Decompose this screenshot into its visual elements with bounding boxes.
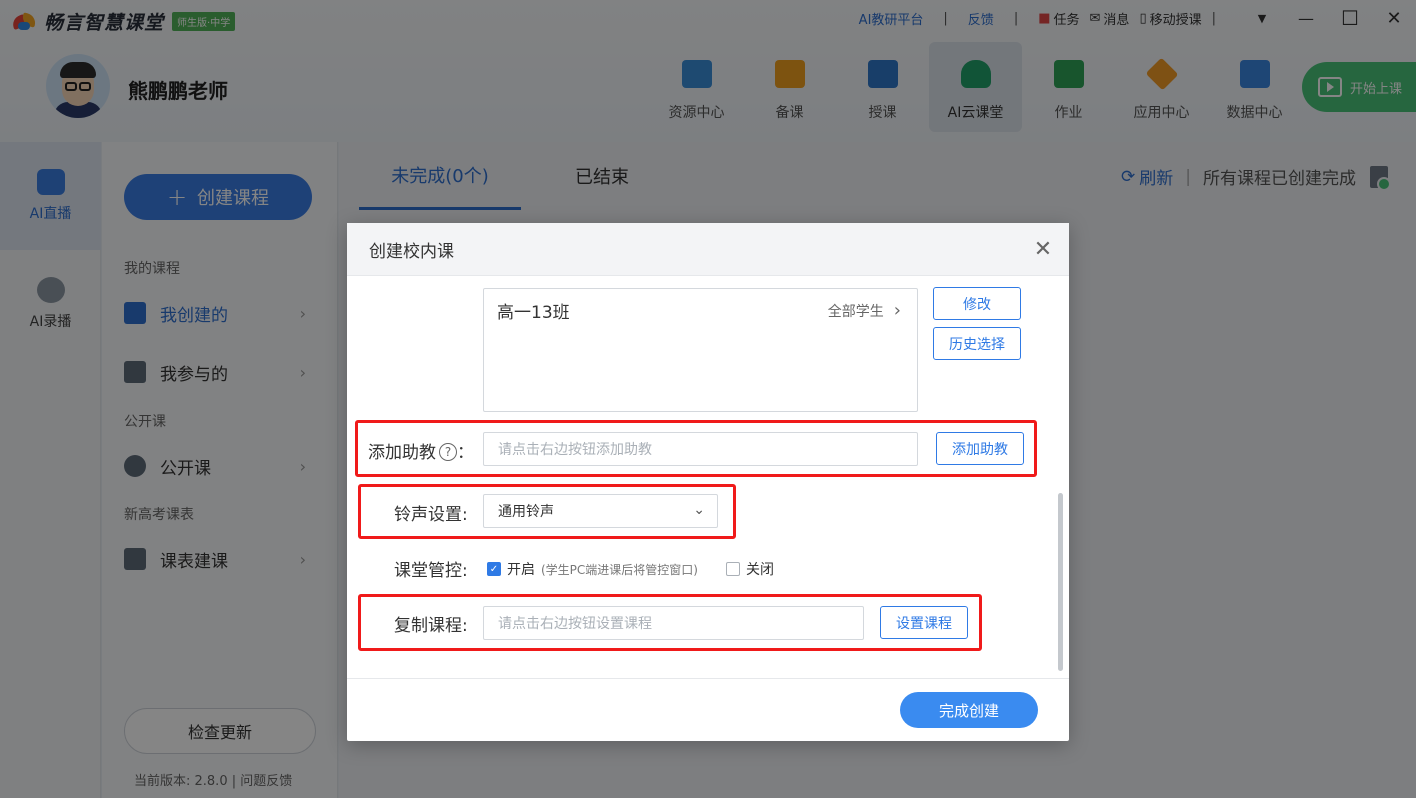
copy-course-input[interactable]: 请点击右边按钮设置课程: [483, 606, 864, 640]
student-scope-selector[interactable]: 全部学生 ›: [828, 300, 901, 321]
chevron-right-icon: ›: [893, 300, 901, 321]
finish-create-button[interactable]: 完成创建: [900, 692, 1038, 728]
assistant-label: 添加助教?：: [368, 443, 474, 463]
dialog-header: 创建校内课 ✕: [347, 223, 1069, 276]
control-on-hint: (学生PC端进课后将管控窗口): [541, 562, 698, 577]
control-on-label[interactable]: 开启: [507, 559, 535, 579]
close-icon[interactable]: ✕: [1031, 237, 1055, 262]
help-icon[interactable]: ?: [439, 443, 457, 461]
bell-select[interactable]: 通用铃声 ⌄: [483, 494, 718, 528]
assistant-input[interactable]: 请点击右边按钮添加助教: [483, 432, 918, 466]
control-label: 课堂管控:: [394, 561, 468, 581]
dialog-scrollbar[interactable]: [1058, 493, 1063, 671]
class-selection-box: 高一13班 全部学生 ›: [483, 288, 918, 412]
control-off-checkbox[interactable]: [725, 562, 740, 576]
set-course-button[interactable]: 设置课程: [880, 606, 968, 639]
history-select-button[interactable]: 历史选择: [933, 327, 1021, 360]
bell-label: 铃声设置:: [394, 505, 468, 525]
dialog-title: 创建校内课: [369, 241, 454, 262]
class-name: 高一13班: [497, 303, 570, 323]
modify-button[interactable]: 修改: [933, 287, 1021, 320]
copy-label: 复制课程:: [394, 616, 468, 636]
create-course-dialog: 创建校内课 ✕ 高一13班 全部学生 › 修改 历史选择 添加助教?： 请点击右…: [347, 223, 1069, 741]
control-on-checkbox[interactable]: ✓: [487, 562, 501, 576]
add-assistant-button[interactable]: 添加助教: [936, 432, 1024, 465]
chevron-down-icon: ⌄: [693, 502, 705, 518]
control-options: ✓ 开启 (学生PC端进课后将管控窗口) 关闭: [487, 559, 774, 579]
control-off-label[interactable]: 关闭: [746, 559, 774, 579]
